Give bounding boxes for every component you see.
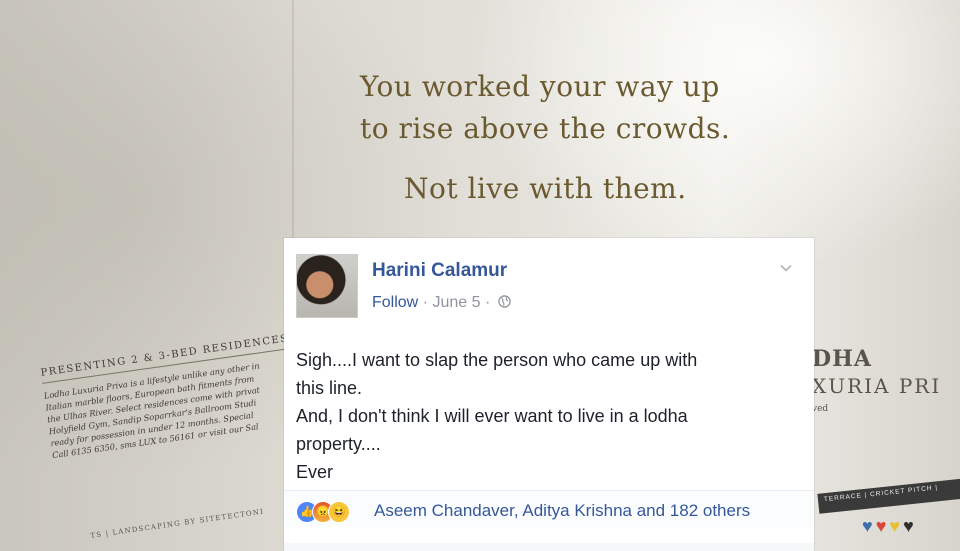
card-footer-edge (284, 543, 814, 551)
meta-separator: · (418, 294, 433, 311)
post-body-line: this line. (296, 378, 363, 398)
brand-line1: DHA (812, 346, 872, 372)
post-body-line: Ever (296, 462, 334, 482)
brand-line2: XURIA PRI (812, 374, 942, 398)
reactions-bar: 👍 😠 😆 Aseem Chandaver, Aditya Krishna and … (284, 490, 814, 527)
meta-separator: · (480, 294, 495, 311)
avatar[interactable] (296, 254, 358, 318)
post-meta: Follow · June 5 · (372, 294, 511, 312)
reaction-icons[interactable]: 👍 😠 😆 (296, 501, 350, 523)
brand-line3: ved (812, 404, 829, 414)
post-body-line: property.... (296, 434, 381, 454)
chevron-down-icon[interactable] (780, 264, 792, 272)
facebook-post-card: Harini Calamur Follow · June 5 · Sigh...… (284, 238, 814, 551)
post-body-line: Sigh....I want to slap the person who ca… (296, 350, 698, 370)
ad-headline-line3: Not live with them. (404, 172, 687, 205)
haha-icon: 😆 (328, 501, 350, 523)
globe-icon (497, 295, 511, 308)
ad-headline-line2: to rise above the crowds. (360, 112, 731, 145)
brand-logo: DHA XURIA PRI ved (812, 346, 941, 414)
heart-decorations: ♥♥♥♥ (862, 516, 917, 536)
amenities-tag-strip: TERRACE | CRICKET PITCH | (817, 478, 960, 514)
ad-headline-line1: You worked your way up (360, 70, 720, 103)
ad-credits-strip: TS | LANDSCAPING BY SITETECTONI (90, 507, 265, 540)
reactions-summary[interactable]: Aseem Chandaver, Aditya Krishna and 182 … (374, 501, 750, 521)
post-author-name[interactable]: Harini Calamur (372, 260, 507, 282)
post-body: Sigh....I want to slap the person who ca… (296, 346, 801, 486)
follow-link[interactable]: Follow (372, 294, 418, 311)
post-date[interactable]: June 5 (432, 294, 480, 311)
post-body-line: And, I don't think I will ever want to l… (296, 406, 688, 426)
ad-copy-block: PRESENTING 2 & 3-BED RESIDENCES IN Lodha… (40, 330, 309, 461)
